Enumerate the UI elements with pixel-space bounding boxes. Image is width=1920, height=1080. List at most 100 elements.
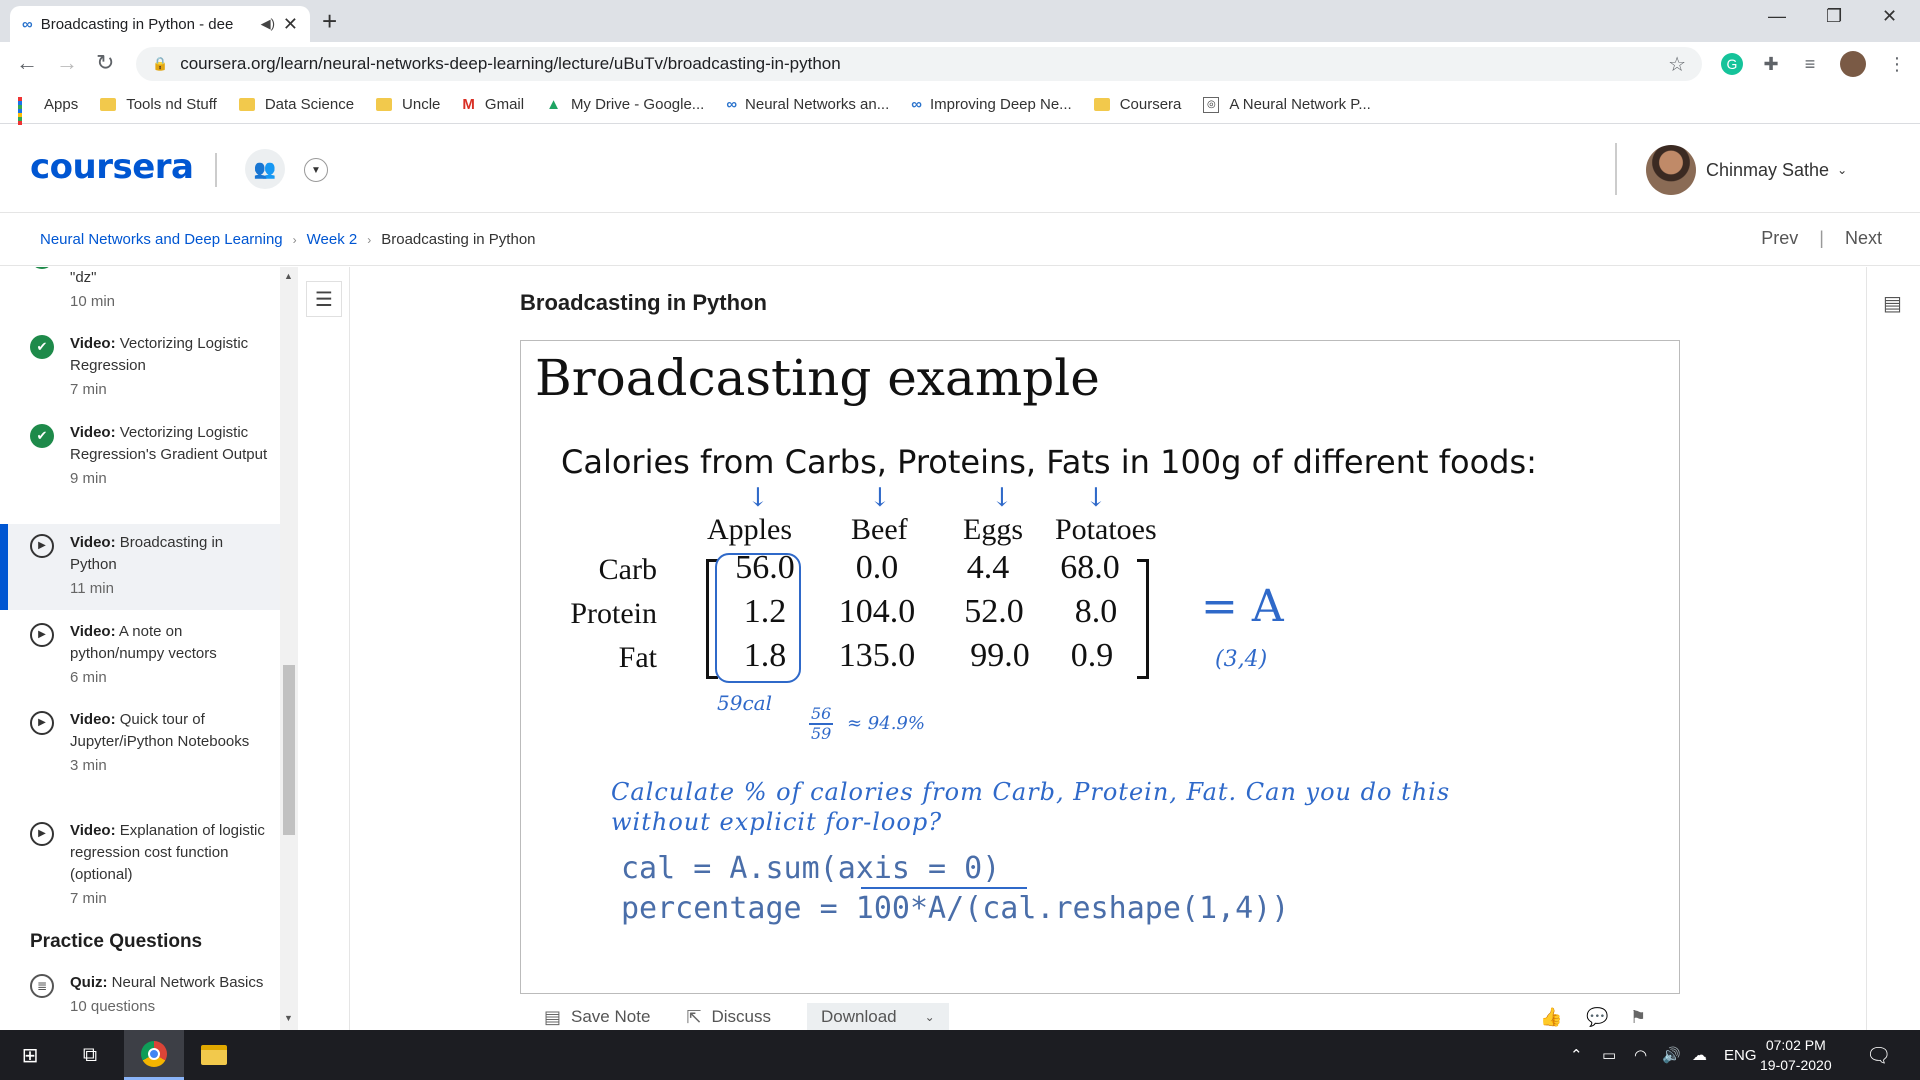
video-toolbar: ▤ Save Note ⇱ Discuss Download ⌄ 👍 💬 ⚑ <box>520 1003 1680 1031</box>
flag-icon[interactable]: ⚑ <box>1630 1007 1646 1028</box>
comment-icon[interactable]: 💬 <box>1586 1007 1608 1028</box>
bookmark-coursera-nn[interactable]: ∞ Neural Networks an... <box>726 96 889 113</box>
new-tab-button[interactable]: + <box>322 8 337 34</box>
list-item[interactable]: ✔ Video: Vectorizing Logistic Regression… <box>0 422 280 490</box>
list-item[interactable]: ✔ "dz" 10 min <box>0 267 280 313</box>
video-player[interactable]: Broadcasting example Calories from Carbs… <box>520 340 1680 994</box>
checkmark-icon: ✔ <box>30 267 54 269</box>
list-item[interactable]: ▶ Video: Explanation of logistic regress… <box>0 820 280 910</box>
speaker-icon[interactable]: ◀) <box>261 16 275 32</box>
list-item[interactable]: ▶ Video: A note on python/numpy vectors … <box>0 621 280 689</box>
toc-list-icon[interactable]: ☰ <box>306 281 342 317</box>
bookmark-folder[interactable]: Tools nd Stuff <box>100 96 217 113</box>
notes-icon[interactable]: ▤ <box>1883 291 1902 316</box>
checkmark-icon: ✔ <box>30 424 54 448</box>
bookmark-drive[interactable]: ▲ My Drive - Google... <box>546 96 704 113</box>
grammarly-icon[interactable]: G <box>1721 53 1743 75</box>
prev-button[interactable]: Prev <box>1761 228 1798 248</box>
bookmark-folder[interactable]: Data Science <box>238 96 354 113</box>
item-duration: 7 min <box>70 381 107 398</box>
url-bar[interactable]: 🔒 coursera.org/learn/neural-networks-dee… <box>136 47 1702 81</box>
bookmark-star-icon[interactable]: ☆ <box>1668 52 1686 77</box>
item-title: Video: Vectorizing Logistic Regression <box>70 335 249 374</box>
play-icon: ▶ <box>30 822 54 846</box>
item-duration: 11 min <box>70 580 114 597</box>
chevron-down-icon[interactable]: ▼ <box>304 158 328 182</box>
menu-icon[interactable]: ⋮ <box>1886 53 1908 75</box>
list-item[interactable]: ✔ Video: Vectorizing Logistic Regression… <box>0 333 280 401</box>
list-item[interactable]: ▶ Video: Quick tour of Jupyter/iPython N… <box>0 709 280 777</box>
chevron-right-icon: › <box>292 232 297 247</box>
save-note-button[interactable]: ▤ Save Note <box>544 1007 650 1028</box>
divider: | <box>1819 228 1824 248</box>
bookmark-apps[interactable]: Apps <box>18 96 78 133</box>
back-icon[interactable]: ← <box>16 52 38 74</box>
wifi-icon[interactable]: ◠ <box>1634 1030 1647 1080</box>
forward-icon[interactable]: → <box>56 52 78 74</box>
browser-tab-bar: ∞ Broadcasting in Python - dee ◀) ✕ + — … <box>0 0 1920 42</box>
coursera-header: coursera 👥 ▼ Chinmay Sathe ⌄ <box>0 125 1920 213</box>
breadcrumb-current: Broadcasting in Python <box>381 231 536 248</box>
arrow-down-icon: ↓ <box>869 483 891 513</box>
thumbs-up-icon[interactable]: 👍 <box>1540 1007 1562 1028</box>
column-header: Beef <box>851 513 908 546</box>
play-icon: ▶ <box>30 623 54 647</box>
onedrive-icon[interactable]: ☁ <box>1692 1030 1707 1080</box>
url-text: coursera.org/learn/neural-networks-deep-… <box>180 54 841 73</box>
matrix-cell: 8.0 <box>1074 593 1118 630</box>
minimize-icon[interactable]: — <box>1768 6 1786 27</box>
extensions-icon[interactable]: ✚ <box>1760 53 1782 75</box>
breadcrumb-week[interactable]: Week 2 <box>307 231 358 248</box>
scroll-up-icon[interactable]: ▲ <box>284 271 293 281</box>
matrix-cell: 68.0 <box>1060 549 1120 586</box>
clock[interactable]: 07:02 PM 19-07-2020 <box>1760 1035 1832 1075</box>
bookmark-folder[interactable]: Uncle <box>376 96 440 113</box>
scrollbar-thumb[interactable] <box>283 665 295 835</box>
scroll-down-icon[interactable]: ▼ <box>284 1013 293 1023</box>
coursera-logo[interactable]: coursera <box>30 147 194 187</box>
breadcrumb-course[interactable]: Neural Networks and Deep Learning <box>40 231 283 248</box>
bookmark-neural-network[interactable]: ◎ A Neural Network P... <box>1203 96 1371 113</box>
download-button[interactable]: Download ⌄ <box>807 1003 949 1031</box>
user-menu[interactable]: Chinmay Sathe ⌄ <box>1646 145 1847 195</box>
bookmark-gmail[interactable]: M Gmail <box>462 96 524 113</box>
next-button[interactable]: Next <box>1845 228 1882 248</box>
item-title: Video: Broadcasting in Python <box>70 534 224 573</box>
fraction-annotation: 56 59 <box>809 704 834 743</box>
approx-annotation: ≈ 94.9% <box>847 713 925 734</box>
profile-avatar[interactable] <box>1840 51 1866 77</box>
item-title: Quiz: Neural Network Basics <box>70 974 264 991</box>
restore-icon[interactable]: ❐ <box>1826 6 1842 27</box>
row-label: Protein <box>570 597 657 630</box>
windows-start-icon[interactable]: ⊞ <box>0 1030 60 1080</box>
bookmark-coursera-improving[interactable]: ∞ Improving Deep Ne... <box>911 96 1071 113</box>
language-indicator[interactable]: ENG <box>1724 1030 1757 1080</box>
chrome-taskbar-icon[interactable] <box>124 1030 184 1080</box>
window-close-icon[interactable]: ✕ <box>1882 6 1897 27</box>
discuss-button[interactable]: ⇱ Discuss <box>686 1007 771 1028</box>
tray-chevron-icon[interactable]: ⌃ <box>1570 1030 1583 1080</box>
prev-next-nav: Prev | Next <box>1753 228 1890 249</box>
list-item[interactable]: ≣ Quiz: Neural Network Basics 10 questio… <box>0 972 280 1018</box>
sidebar-scrollbar[interactable]: ▲ ▼ <box>280 267 298 1030</box>
reload-icon[interactable]: ↻ <box>96 52 114 74</box>
close-tab-icon[interactable]: ✕ <box>283 14 298 35</box>
list-item-active[interactable]: ▶ Video: Broadcasting in Python 11 min <box>0 524 280 610</box>
item-title: Video: A note on python/numpy vectors <box>70 623 217 662</box>
bookmark-folder[interactable]: Coursera <box>1093 96 1181 113</box>
windows-taskbar: ⊞ ⧉ ⌃ ▭ ◠ 🔊 ☁ ENG 07:02 PM 19-07-2020 🗨 <box>0 1030 1920 1080</box>
task-view-icon[interactable]: ⧉ <box>60 1030 120 1080</box>
battery-icon[interactable]: ▭ <box>1602 1030 1616 1080</box>
notifications-icon[interactable]: 🗨 <box>1866 1030 1891 1080</box>
slide-heading: Broadcasting example <box>535 349 1100 407</box>
file-explorer-icon[interactable] <box>184 1030 244 1080</box>
media-icon[interactable]: ≡ <box>1799 53 1821 75</box>
folder-icon <box>201 1045 227 1065</box>
volume-icon[interactable]: 🔊 <box>1662 1030 1681 1080</box>
fraction-numerator: 56 <box>809 704 834 725</box>
learners-group-icon[interactable]: 👥 <box>245 149 285 189</box>
chevron-right-icon: › <box>367 232 372 247</box>
browser-tab[interactable]: ∞ Broadcasting in Python - dee ◀) ✕ <box>10 6 310 42</box>
coursera-icon: ∞ <box>726 96 737 113</box>
matrix-cell: 4.4 <box>966 549 1010 586</box>
